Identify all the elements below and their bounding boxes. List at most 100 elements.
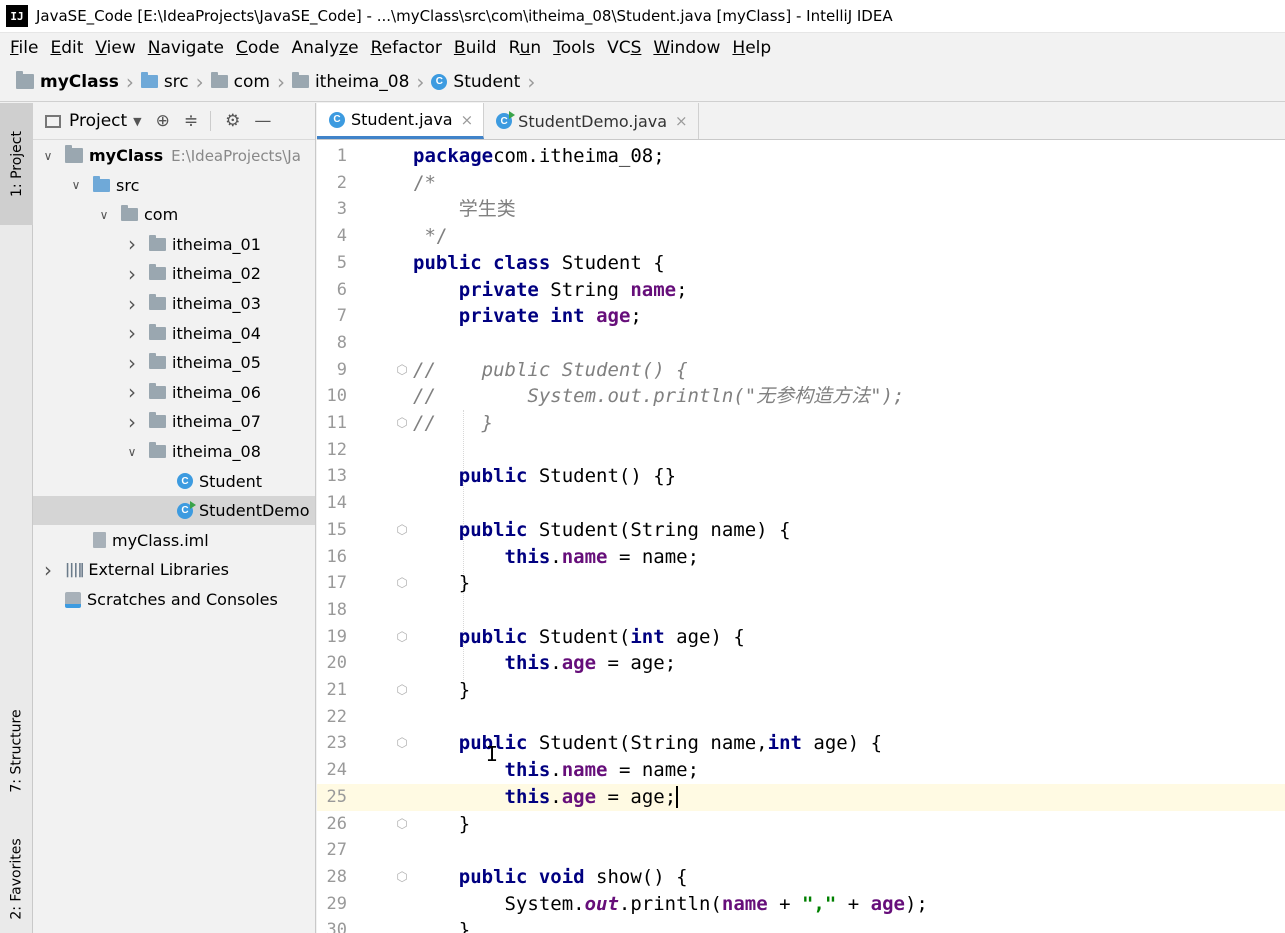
tree-item-src[interactable]: ∨ src xyxy=(33,171,315,200)
collapse-arrow-icon[interactable]: › xyxy=(123,262,141,286)
collapse-arrow-icon[interactable]: › xyxy=(123,380,141,404)
tree-item-itheima-08[interactable]: ∨ itheima_08 xyxy=(33,437,315,466)
menu-item-tools[interactable]: Tools xyxy=(553,38,595,58)
menu-item-navigate[interactable]: Navigate xyxy=(148,38,224,58)
expand-arrow-icon[interactable]: ∨ xyxy=(67,178,85,192)
expand-arrow-icon[interactable]: ∨ xyxy=(95,208,113,222)
tree-item-itheima-06[interactable]: › itheima_06 xyxy=(33,378,315,407)
tree-item-scratches-and-consoles[interactable]: Scratches and Consoles xyxy=(33,585,315,614)
fold-marker-icon[interactable]: ⬡ xyxy=(395,570,409,597)
code-line[interactable]: 5 public class Student { xyxy=(317,250,1285,277)
tree-item-external-libraries[interactable]: › |||‖ External Libraries xyxy=(33,555,315,584)
tree-item-itheima-03[interactable]: › itheima_03 xyxy=(33,289,315,318)
fold-marker-icon[interactable]: ⬡ xyxy=(395,410,409,437)
collapse-arrow-icon[interactable]: › xyxy=(123,410,141,434)
code-line[interactable]: 19 ⬡ public Student(int age) { xyxy=(317,624,1285,651)
code-line[interactable]: 18 xyxy=(317,597,1285,624)
menu-item-help[interactable]: Help xyxy=(732,38,771,58)
code-line[interactable]: 26 ⬡ } xyxy=(317,811,1285,838)
tree-item-studentdemo[interactable]: C StudentDemo xyxy=(33,496,315,526)
collapse-arrow-icon[interactable]: › xyxy=(123,292,141,316)
gear-icon[interactable]: ⚙ xyxy=(225,111,240,131)
code-line[interactable]: 8 xyxy=(317,330,1285,357)
code-line[interactable]: 24 this.name = name; xyxy=(317,757,1285,784)
menu-item-window[interactable]: Window xyxy=(653,38,720,58)
expand-arrow-icon[interactable]: ∨ xyxy=(39,149,57,163)
tree-item-myclass[interactable]: ∨ myClass E:\IdeaProjects\Ja xyxy=(33,141,315,170)
fold-marker-icon[interactable]: ⬡ xyxy=(395,357,409,384)
fold-marker-icon[interactable]: ⬡ xyxy=(395,864,409,891)
code-line[interactable]: 13 public Student() {} xyxy=(317,463,1285,490)
code-line[interactable]: 30 } xyxy=(317,917,1285,933)
code-line[interactable]: 6 private String name; xyxy=(317,277,1285,304)
tree-item-com[interactable]: ∨ com xyxy=(33,200,315,229)
menu-item-edit[interactable]: Edit xyxy=(50,38,83,58)
tree-item-itheima-05[interactable]: › itheima_05 xyxy=(33,348,315,377)
code-line[interactable]: 23 ⬡ public Student(String name,int age) … xyxy=(317,730,1285,757)
code-line[interactable]: 12 xyxy=(317,437,1285,464)
locate-icon[interactable]: ⊕ xyxy=(156,111,170,131)
code-line[interactable]: 3 学生类 xyxy=(317,196,1285,223)
tool-tab-favorites[interactable]: 2: Favorites xyxy=(0,825,33,933)
tree-item-myclass-iml[interactable]: myClass.iml xyxy=(33,526,315,555)
code-line[interactable]: 9 ⬡// public Student() { xyxy=(317,357,1285,384)
collapse-arrow-icon[interactable]: › xyxy=(123,232,141,256)
close-icon[interactable]: × xyxy=(675,112,688,130)
fold-marker-icon[interactable]: ⬡ xyxy=(395,677,409,704)
collapse-arrow-icon[interactable]: › xyxy=(39,558,57,582)
expand-arrow-icon[interactable]: ∨ xyxy=(123,445,141,459)
code-line[interactable]: 7 private int age; xyxy=(317,303,1285,330)
code-line[interactable]: 25 this.age = age; xyxy=(317,783,1285,811)
code-line[interactable]: 27 xyxy=(317,837,1285,864)
hide-panel-icon[interactable]: — xyxy=(254,111,271,131)
code-line[interactable]: 29 System.out.println(name + "," + age); xyxy=(317,891,1285,918)
code-line[interactable]: 2 /* xyxy=(317,170,1285,197)
close-icon[interactable]: × xyxy=(461,111,474,129)
editor-tab-student-java[interactable]: C Student.java × xyxy=(317,103,485,139)
menu-item-view[interactable]: View xyxy=(95,38,135,58)
code-editor[interactable]: 1 packagecom.itheima_08; 2/* 3 学生类 4 */5 publ… xyxy=(317,140,1285,933)
project-view-icon[interactable] xyxy=(45,114,61,128)
tree-item-student[interactable]: C Student xyxy=(33,467,315,496)
menu-item-code[interactable]: Code xyxy=(236,38,280,58)
tree-item-itheima-01[interactable]: › itheima_01 xyxy=(33,230,315,259)
code-line[interactable]: 4 */ xyxy=(317,223,1285,250)
code-line[interactable]: 1 packagecom.itheima_08; xyxy=(317,143,1285,170)
menu-item-run[interactable]: Run xyxy=(509,38,542,58)
breadcrumb-myclass[interactable]: myClass › xyxy=(16,71,141,92)
collapse-all-icon[interactable]: ≑ xyxy=(184,111,198,131)
fold-marker-icon[interactable]: ⬡ xyxy=(395,624,409,651)
menu-item-build[interactable]: Build xyxy=(454,38,497,58)
code-line[interactable]: 15 ⬡ public Student(String name) { xyxy=(317,517,1285,544)
tree-item-itheima-04[interactable]: › itheima_04 xyxy=(33,319,315,348)
project-view-selector[interactable]: Project xyxy=(69,111,127,131)
tool-tab-structure[interactable]: 7: Structure xyxy=(0,688,33,813)
tree-item-itheima-02[interactable]: › itheima_02 xyxy=(33,259,315,288)
fold-marker-icon[interactable]: ⬡ xyxy=(395,517,409,544)
code-line[interactable]: 16 this.name = name; xyxy=(317,544,1285,571)
code-line[interactable]: 28 ⬡ public void show() { xyxy=(317,864,1285,891)
menu-item-analyze[interactable]: Analyze xyxy=(292,38,359,58)
breadcrumb-src[interactable]: src › xyxy=(140,72,211,92)
collapse-arrow-icon[interactable]: › xyxy=(123,321,141,345)
breadcrumb-itheima_08[interactable]: itheima_08 › xyxy=(291,72,431,92)
tree-item-itheima-07[interactable]: › itheima_07 xyxy=(33,407,315,436)
fold-marker-icon[interactable]: ⬡ xyxy=(395,811,409,838)
code-line[interactable]: 17 ⬡ } xyxy=(317,570,1285,597)
code-line[interactable]: 14 xyxy=(317,490,1285,517)
menu-item-vcs[interactable]: VCS xyxy=(607,38,641,58)
code-line[interactable]: 22 xyxy=(317,704,1285,731)
tool-tab-project[interactable]: 1: Project xyxy=(0,103,33,225)
breadcrumb-com[interactable]: com › xyxy=(210,72,292,92)
collapse-arrow-icon[interactable]: › xyxy=(123,351,141,375)
menu-item-file[interactable]: File xyxy=(10,38,38,58)
code-line[interactable]: 21 ⬡ } xyxy=(317,677,1285,704)
code-line[interactable]: 10 // System.out.println("无参构造方法"); xyxy=(317,383,1285,410)
fold-marker-icon[interactable]: ⬡ xyxy=(395,730,409,757)
menu-item-refactor[interactable]: Refactor xyxy=(371,38,442,58)
editor-tab-studentdemo-java[interactable]: C StudentDemo.java × xyxy=(484,103,699,139)
breadcrumb-student[interactable]: C Student › xyxy=(431,72,542,92)
code-line[interactable]: 20 this.age = age; xyxy=(317,650,1285,677)
code-line[interactable]: 11 ⬡// } xyxy=(317,410,1285,437)
chevron-down-icon[interactable]: ▼ xyxy=(133,115,141,128)
